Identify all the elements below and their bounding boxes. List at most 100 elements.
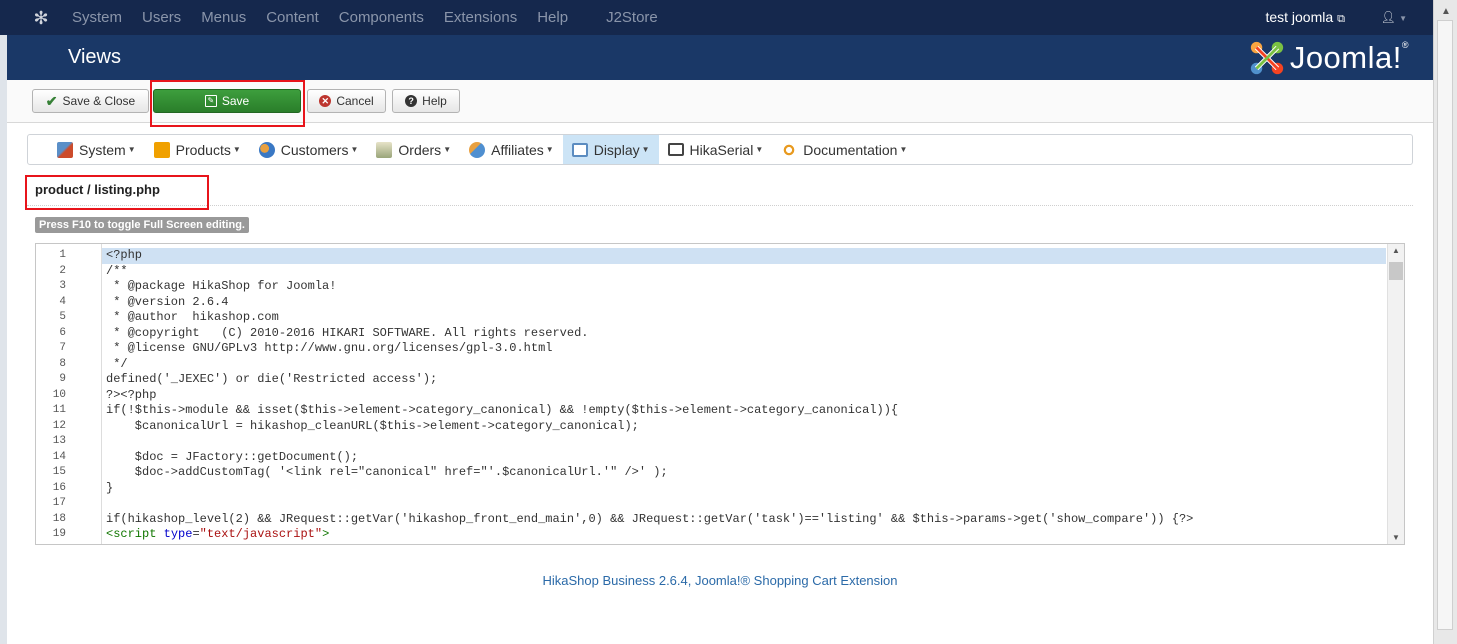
submenu-orders[interactable]: Orders ▼ [367,135,460,164]
code-line[interactable]: * @license GNU/GPLv3 http://www.gnu.org/… [102,341,1386,357]
page-header: Views Joomla!® [7,35,1433,80]
menu-j2store[interactable]: J2Store▼ [586,0,678,57]
code-line[interactable]: * @package HikaShop for Joomla! [102,279,1386,295]
line-number: 7 [59,342,66,354]
scroll-thumb[interactable] [1437,20,1453,630]
help-button[interactable]: ? Help [392,89,460,113]
code-line[interactable]: $doc->addCustomTag( '<link rel="canonica… [102,465,1386,481]
menu-help[interactable]: Help [527,0,578,35]
tools-icon [57,141,73,158]
code-line[interactable]: * @version 2.6.4 [102,295,1386,311]
save-button[interactable]: ✎ Save [153,89,301,113]
joomla-logo-icon[interactable]: ✻ [30,8,52,28]
line-number: 4 [59,295,66,308]
submenu-system[interactable]: System ▼ [48,135,145,164]
user-menu[interactable]: 👤︎ ▼ [1381,0,1408,36]
main-content: System ▼ Products ▼ Customers ▼ Orders ▼ Aff… [7,123,1433,644]
line-numbers: 1 2 3 4 5 6 7 8 9 10 11 12 13 14 15 16 17 18 19 [36,248,101,543]
scroll-up-icon[interactable]: ▲ [1441,6,1451,17]
menu-content[interactable]: Content [256,0,329,35]
line-number: 11 [52,404,66,416]
code-line[interactable]: * @copyright (C) 2010-2016 HIKARI SOFTWA… [102,326,1386,342]
line-number: 17 [52,497,66,509]
line-number: 2 [59,264,66,277]
submenu-hikaserial[interactable]: HikaSerial ▼ [659,135,773,164]
line-number: 5 [59,311,66,323]
line-number: 13 [52,435,66,447]
line-number: 8 [59,357,66,370]
menu-users[interactable]: Users [132,0,191,35]
code-line[interactable]: $doc = JFactory::getDocument(); [102,450,1386,466]
caret-down-icon: ▼ [232,145,241,154]
submenu-customers[interactable]: Customers ▼ [250,135,368,164]
joomla-logo-icon [1250,41,1283,74]
orders-icon [376,141,393,158]
menu-components[interactable]: Components [329,0,434,35]
code-line[interactable]: <script type="text/javascript"> [102,527,1386,543]
caret-down-icon: ▼ [350,145,359,154]
code-line[interactable] [102,434,1386,450]
external-link-icon: ⧉ [1337,13,1345,25]
line-number: 6 [59,326,66,339]
editor-scrollbar[interactable]: ▲ ▼ [1387,244,1404,544]
fullscreen-hint: Press F10 to toggle Full Screen editing. [35,217,249,233]
caret-down-icon: ▼ [641,145,650,154]
admin-menu: System Users Menus Content Components Ex… [62,0,678,57]
site-link[interactable]: test joomla ⧉ [1265,0,1345,37]
check-icon: ✔ [45,92,58,109]
code-line[interactable]: } [102,481,1386,497]
hikashop-submenu: System ▼ Products ▼ Customers ▼ Orders ▼ Aff… [27,134,1413,165]
footer-credit[interactable]: HikaShop Business 2.6.4, Joomla!® Shoppi… [7,573,1433,588]
code-line[interactable]: <?php [102,248,1386,264]
submenu-label: Display [593,141,640,158]
window-scrollbar[interactable]: ▲ [1433,0,1457,644]
code-line[interactable]: if(hikashop_level(2) && JRequest::getVar… [102,512,1386,528]
help-icon: ? [405,95,418,107]
scroll-up-icon[interactable]: ▲ [1392,246,1400,255]
user-icon: 👤︎ [1380,10,1396,24]
save-label: Save [221,94,250,108]
code-line[interactable]: ?><?php [102,388,1386,404]
menu-system[interactable]: System [62,0,132,35]
code-line[interactable]: * @author hikashop.com [102,310,1386,326]
code-editor[interactable]: 1 2 3 4 5 6 7 8 9 10 11 12 13 14 15 16 17 18 19 <?php/** *… [35,243,1405,545]
code-line[interactable]: if(!$this->module && isset($this->elemen… [102,403,1386,419]
caret-down-icon: ▼ [443,145,452,154]
edit-icon: ✎ [204,95,217,107]
code-line[interactable] [102,496,1386,512]
cancel-label: Cancel [336,94,374,108]
submenu-documentation[interactable]: Documentation ▼ [772,135,916,164]
line-number-gutter: 1 2 3 4 5 6 7 8 9 10 11 12 13 14 15 16 17 18 19 [36,244,102,544]
line-number: 19 [52,528,66,540]
submenu-label: Orders [398,141,442,158]
line-number: 18 [52,512,66,525]
submenu-display[interactable]: Display ▼ [562,135,659,164]
menu-extensions[interactable]: Extensions [434,0,527,35]
code-lines[interactable]: <?php/** * @package HikaShop for Joomla!… [102,248,1386,543]
brand-registered: ® [1401,39,1409,50]
line-number: 14 [52,450,66,463]
submenu-products[interactable]: Products ▼ [145,135,250,164]
caret-down-icon: ▼ [1399,14,1407,23]
code-line[interactable]: $canonicalUrl = hikashop_cleanURL($this-… [102,419,1386,435]
line-number: 12 [52,419,66,432]
save-close-button[interactable]: ✔ Save & Close [32,89,149,113]
toolbar: ✔ Save & Close ✎ Save ✕ Cancel ? Help [7,80,1433,123]
scroll-thumb[interactable] [1389,262,1403,280]
cancel-button[interactable]: ✕ Cancel [307,89,386,113]
code-line[interactable]: defined('_JEXEC') or die('Restricted acc… [102,372,1386,388]
menu-menus[interactable]: Menus [191,0,256,35]
menu-j2store-label: J2Store [606,9,658,26]
caret-down-icon: ▼ [545,145,554,154]
cancel-icon: ✕ [319,95,332,107]
customers-icon [258,141,275,158]
submenu-affiliates[interactable]: Affiliates ▼ [460,135,563,164]
save-close-label: Save & Close [62,94,136,108]
affiliates-icon [469,141,486,158]
code-line[interactable]: /** [102,264,1386,280]
code-line[interactable]: */ [102,357,1386,373]
brand-wordmark: Joomla!® [1290,40,1409,76]
scroll-down-icon[interactable]: ▼ [1392,533,1400,542]
documentation-icon [781,141,798,158]
line-number: 9 [59,373,66,385]
